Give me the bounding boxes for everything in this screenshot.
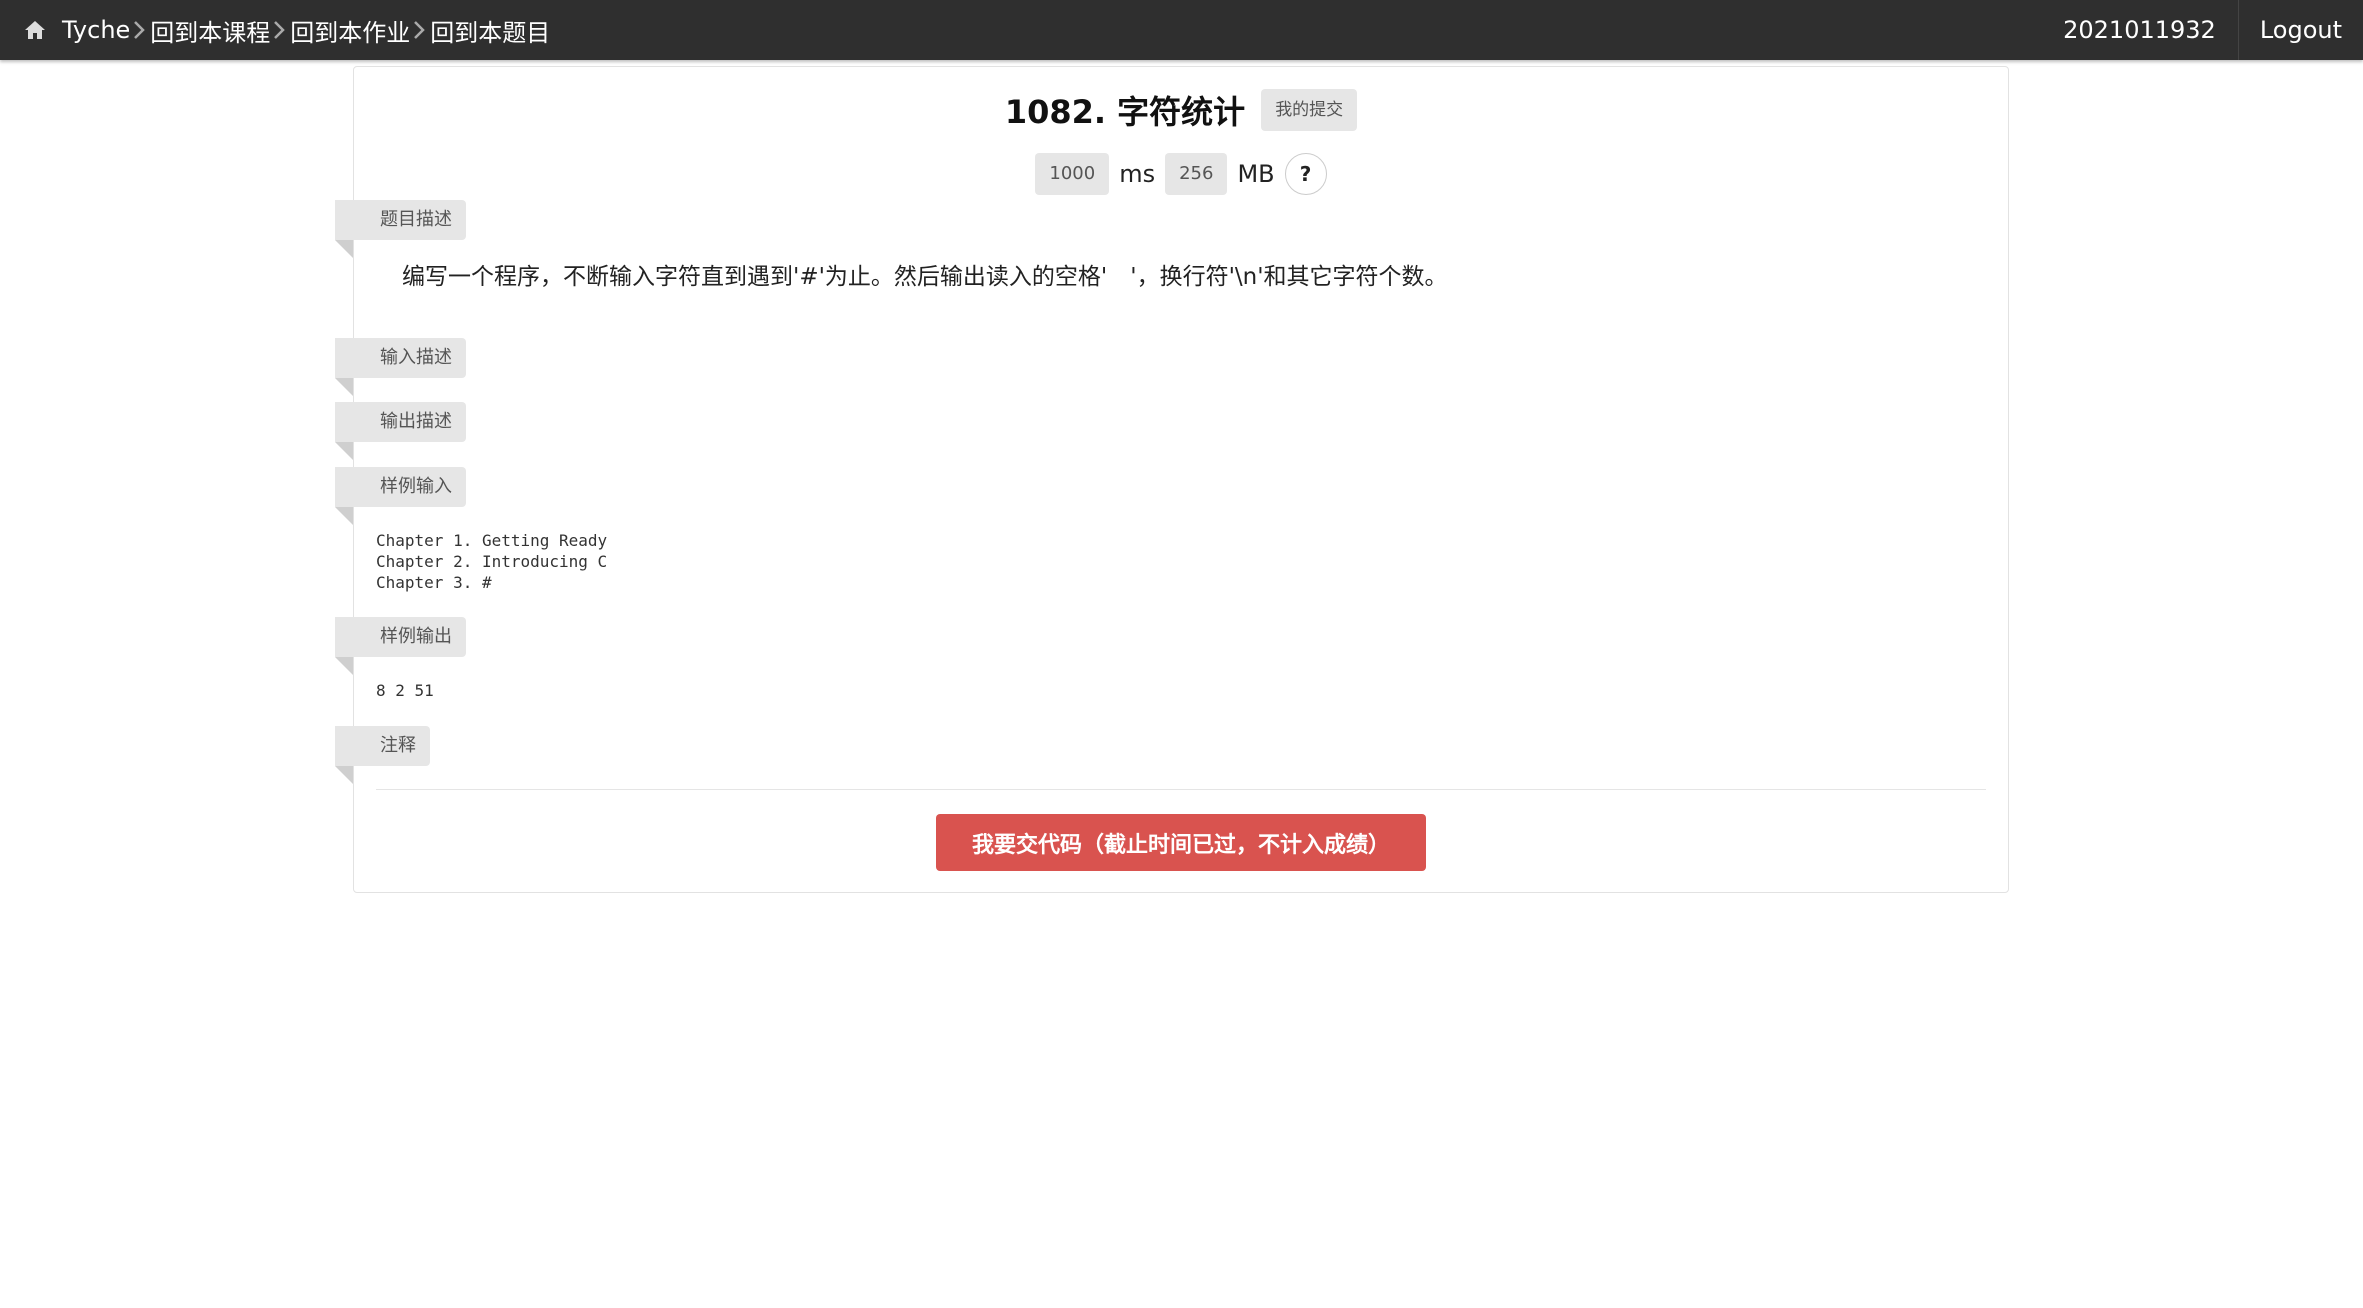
user-menu: 2021011932 Logout: [2041, 0, 2363, 60]
breadcrumb: Tyche 回到本课程 回到本作业 回到本题目: [22, 0, 550, 60]
memory-unit: MB: [1237, 160, 1275, 188]
problem-title: 1082. 字符统计: [1004, 93, 1246, 131]
problem-panel: 1082. 字符统计 我的提交 1000 ms 256 MB ? 题目描述 编写…: [335, 66, 2009, 893]
my-submissions-button[interactable]: 我的提交: [1261, 89, 1358, 131]
time-limit-badge: 1000: [1035, 153, 1110, 195]
description-ribbon: 题目描述: [335, 200, 466, 258]
username-label[interactable]: 2021011932: [2041, 0, 2239, 60]
submit-code-button[interactable]: 我要交代码（截止时间已过，不计入成绩）: [936, 814, 1426, 871]
input-description-ribbon: 输入描述: [335, 338, 466, 396]
sample-output-text: 8 2 51: [376, 681, 434, 700]
output-description-ribbon: 输出描述: [335, 402, 466, 460]
logout-link[interactable]: Logout: [2239, 0, 2363, 60]
chevron-right-icon: [412, 19, 428, 41]
breadcrumb-assignment-link[interactable]: 回到本作业: [290, 13, 410, 48]
help-button[interactable]: ?: [1284, 153, 1327, 195]
time-unit: ms: [1119, 160, 1156, 188]
description-text: 编写一个程序，不断输入字符直到遇到'#'为止。然后输出读入的空格' '，换行符'…: [402, 264, 1448, 290]
limits-row: 1000 ms 256 MB ?: [354, 153, 2008, 195]
notes-ribbon: 注释: [335, 726, 430, 784]
brand-link[interactable]: Tyche: [62, 16, 130, 44]
sample-input-text: Chapter 1. Getting Ready Chapter 2. Intr…: [376, 531, 608, 592]
top-navbar: Tyche 回到本课程 回到本作业 回到本题目 2021011932 Logou…: [0, 0, 2363, 60]
sample-output-ribbon: 样例输出: [335, 617, 466, 675]
home-icon[interactable]: [22, 17, 48, 43]
sample-input-ribbon: 样例输入: [335, 467, 466, 525]
chevron-right-icon: [132, 19, 148, 41]
memory-limit-badge: 256: [1165, 153, 1228, 195]
title-row: 1082. 字符统计 我的提交: [354, 87, 2008, 133]
divider: [376, 789, 1986, 790]
breadcrumb-course-link[interactable]: 回到本课程: [150, 13, 270, 48]
chevron-right-icon: [272, 19, 288, 41]
breadcrumb-problem-link[interactable]: 回到本题目: [430, 13, 550, 48]
